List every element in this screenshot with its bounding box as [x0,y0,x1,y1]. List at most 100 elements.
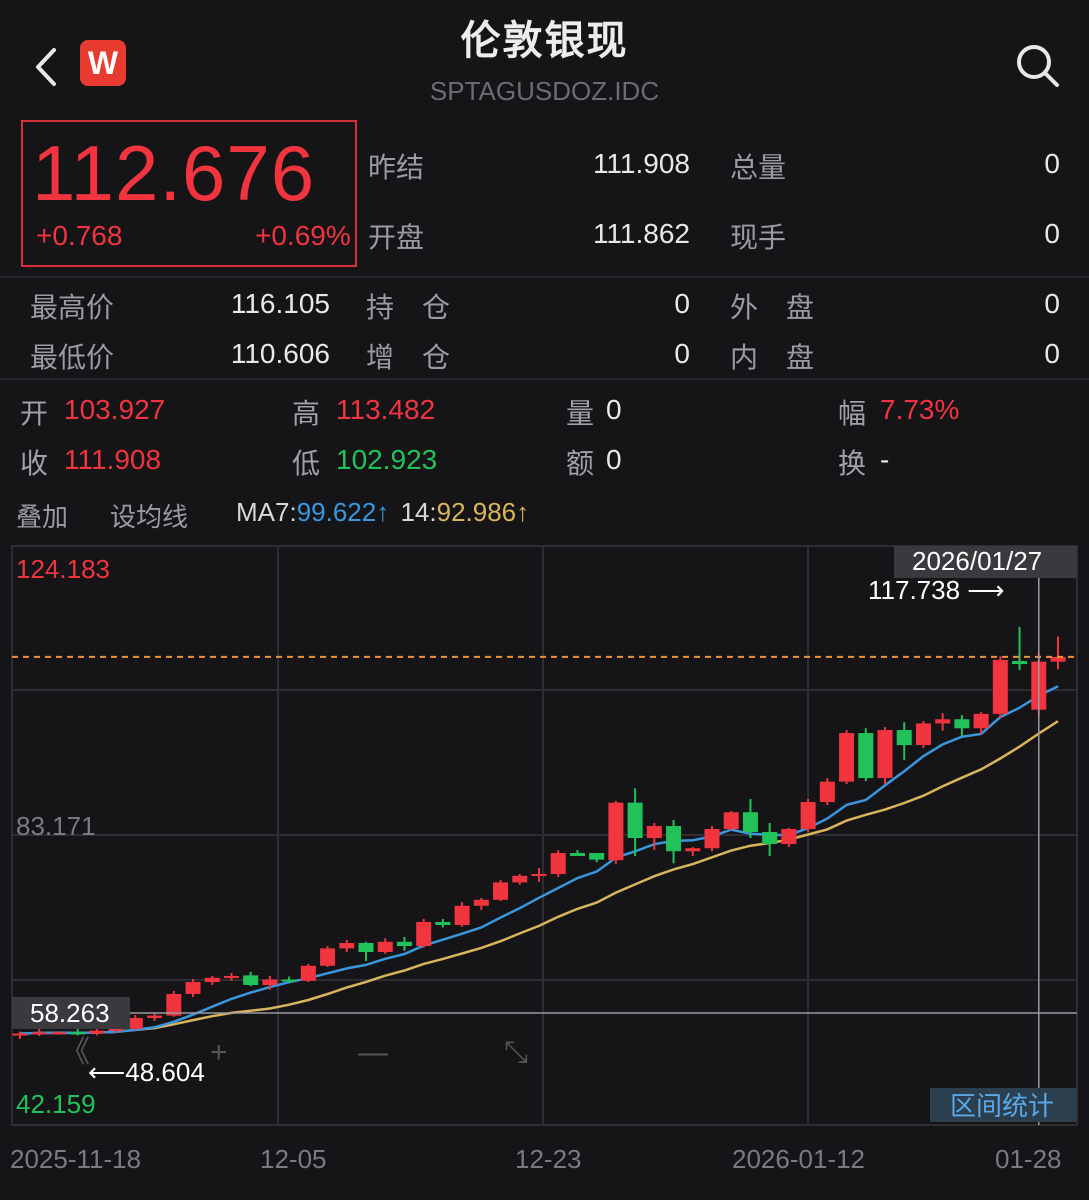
symbol-code: SPTAGUSDOZ.IDC [429,76,660,106]
candle-body[interactable] [915,723,931,746]
x-axis-label: 12-23 [515,1144,582,1174]
candle-body[interactable] [377,941,393,952]
candle-body[interactable] [281,979,297,982]
candle-body[interactable] [416,922,432,946]
candle-body[interactable] [31,1032,47,1035]
candle-body[interactable] [704,829,720,849]
zoom-out-icon[interactable]: — [358,1036,388,1069]
ohlc-turnover-label: 换 [838,447,867,480]
prev-settle-label: 昨结 [368,151,425,184]
candle-body[interactable] [147,1015,163,1018]
crosshair-date-label: 2026/01/27 [912,546,1042,576]
candle-body[interactable] [839,733,855,782]
candle-body[interactable] [50,1032,66,1035]
candle-body[interactable] [935,719,951,724]
ma-setting-button[interactable]: 设均线 [110,497,188,534]
candle-body[interactable] [512,875,528,883]
total-volume-value: 0 [1044,148,1060,179]
ohlc-vol-value: 0 [606,394,622,425]
candle-body[interactable] [454,905,470,925]
ohlc-close-label: 收 [20,447,49,480]
ma7-label: MA7: [236,497,297,527]
candle-body[interactable] [742,812,758,833]
candle-body[interactable] [262,979,278,985]
y-axis-mid-label: 83.171 [16,811,96,841]
candle-body[interactable] [70,1032,86,1035]
candle-body[interactable] [762,832,778,845]
candle-body[interactable] [1012,661,1028,665]
candle-body[interactable] [877,730,893,779]
scroll-left-icon[interactable]: 《 [60,1036,90,1069]
ohlc-turnover-value: - [880,444,890,475]
candle-body[interactable] [666,826,682,852]
candle-body[interactable] [685,848,701,852]
candlestick-chart[interactable]: 58.263 2026/01/27 124.183 83.171 42.159 117.7… [0,540,1089,1200]
x-axis-label: 2026-01-12 [732,1144,865,1174]
candle-body[interactable] [473,899,489,906]
candle-body[interactable] [531,874,547,877]
change-percent: +0.69% [255,220,351,251]
candle-body[interactable] [243,975,259,985]
low-value: 110.606 [230,338,330,369]
overlay-button[interactable]: 叠加 [16,497,68,534]
candle-body[interactable] [185,981,201,994]
ohlc-vol-label: 量 [566,397,595,430]
candle-body[interactable] [858,733,874,779]
candle-body[interactable] [896,730,912,746]
ohlc-amp-label: 幅 [838,397,867,430]
candle-body[interactable] [608,802,624,861]
candle-body[interactable] [396,941,412,946]
candle-body[interactable] [493,882,509,900]
ohlc-low-label: 低 [292,447,321,480]
candle-body[interactable] [12,1033,28,1036]
candle-body[interactable] [819,781,835,803]
oi-change-label: 增 仓 [366,341,451,374]
ohlc-open-label: 开 [20,397,49,430]
ohlc-amount-label: 额 [566,447,595,480]
candle-body[interactable] [339,942,355,949]
candle-body[interactable] [550,853,566,875]
ohlc-high-value: 113.482 [336,394,436,425]
candle-body[interactable] [954,719,970,729]
zoom-in-icon[interactable]: + [210,1036,228,1069]
candle-body[interactable] [223,975,239,978]
candle-body[interactable] [204,977,220,982]
candle-body[interactable] [781,829,797,845]
inner-value: 0 [1044,338,1060,369]
max-marker: 117.738 ⟶ [868,575,1005,605]
candle-body[interactable] [589,853,605,860]
fullscreen-icon[interactable]: ⤡ [504,1036,528,1069]
candle-body[interactable] [127,1017,143,1029]
ohlc-high-label: 高 [292,397,321,430]
candle-body[interactable] [800,802,816,830]
divider [0,276,1089,278]
ohlc-amp-value: 7.73% [880,394,960,425]
search-icon[interactable] [1012,40,1062,90]
current-hand-value: 0 [1044,218,1060,249]
change-amount: +0.768 [36,220,123,251]
candle-body[interactable] [300,965,316,981]
candle-body[interactable] [108,1028,124,1031]
current-hand-label: 现手 [730,221,787,254]
candle-body[interactable] [89,1030,105,1034]
oi-change-value: 0 [674,338,690,369]
candle-body[interactable] [646,826,662,839]
candle-body[interactable] [627,802,643,839]
divider [0,378,1089,380]
prev-settle-value: 111.908 [592,148,690,179]
candle-body[interactable] [973,713,989,729]
y-axis-max-label: 124.183 [16,554,110,584]
range-stat-button: 区间统计 [950,1091,1054,1121]
candle-body[interactable] [723,812,739,830]
ohlc-low-value: 102.923 [336,444,438,475]
open-interest-label: 持 仓 [366,291,451,324]
candle-body[interactable] [992,659,1008,714]
last-price: 112.676 [32,129,316,217]
ma14-label: 14: [400,497,437,527]
candle-body[interactable] [435,922,451,925]
x-axis-label: 12-05 [260,1144,327,1174]
candle-body[interactable] [358,942,374,952]
candle-body[interactable] [569,853,585,857]
candle-body[interactable] [320,948,336,966]
total-volume-label: 总量 [730,151,787,184]
